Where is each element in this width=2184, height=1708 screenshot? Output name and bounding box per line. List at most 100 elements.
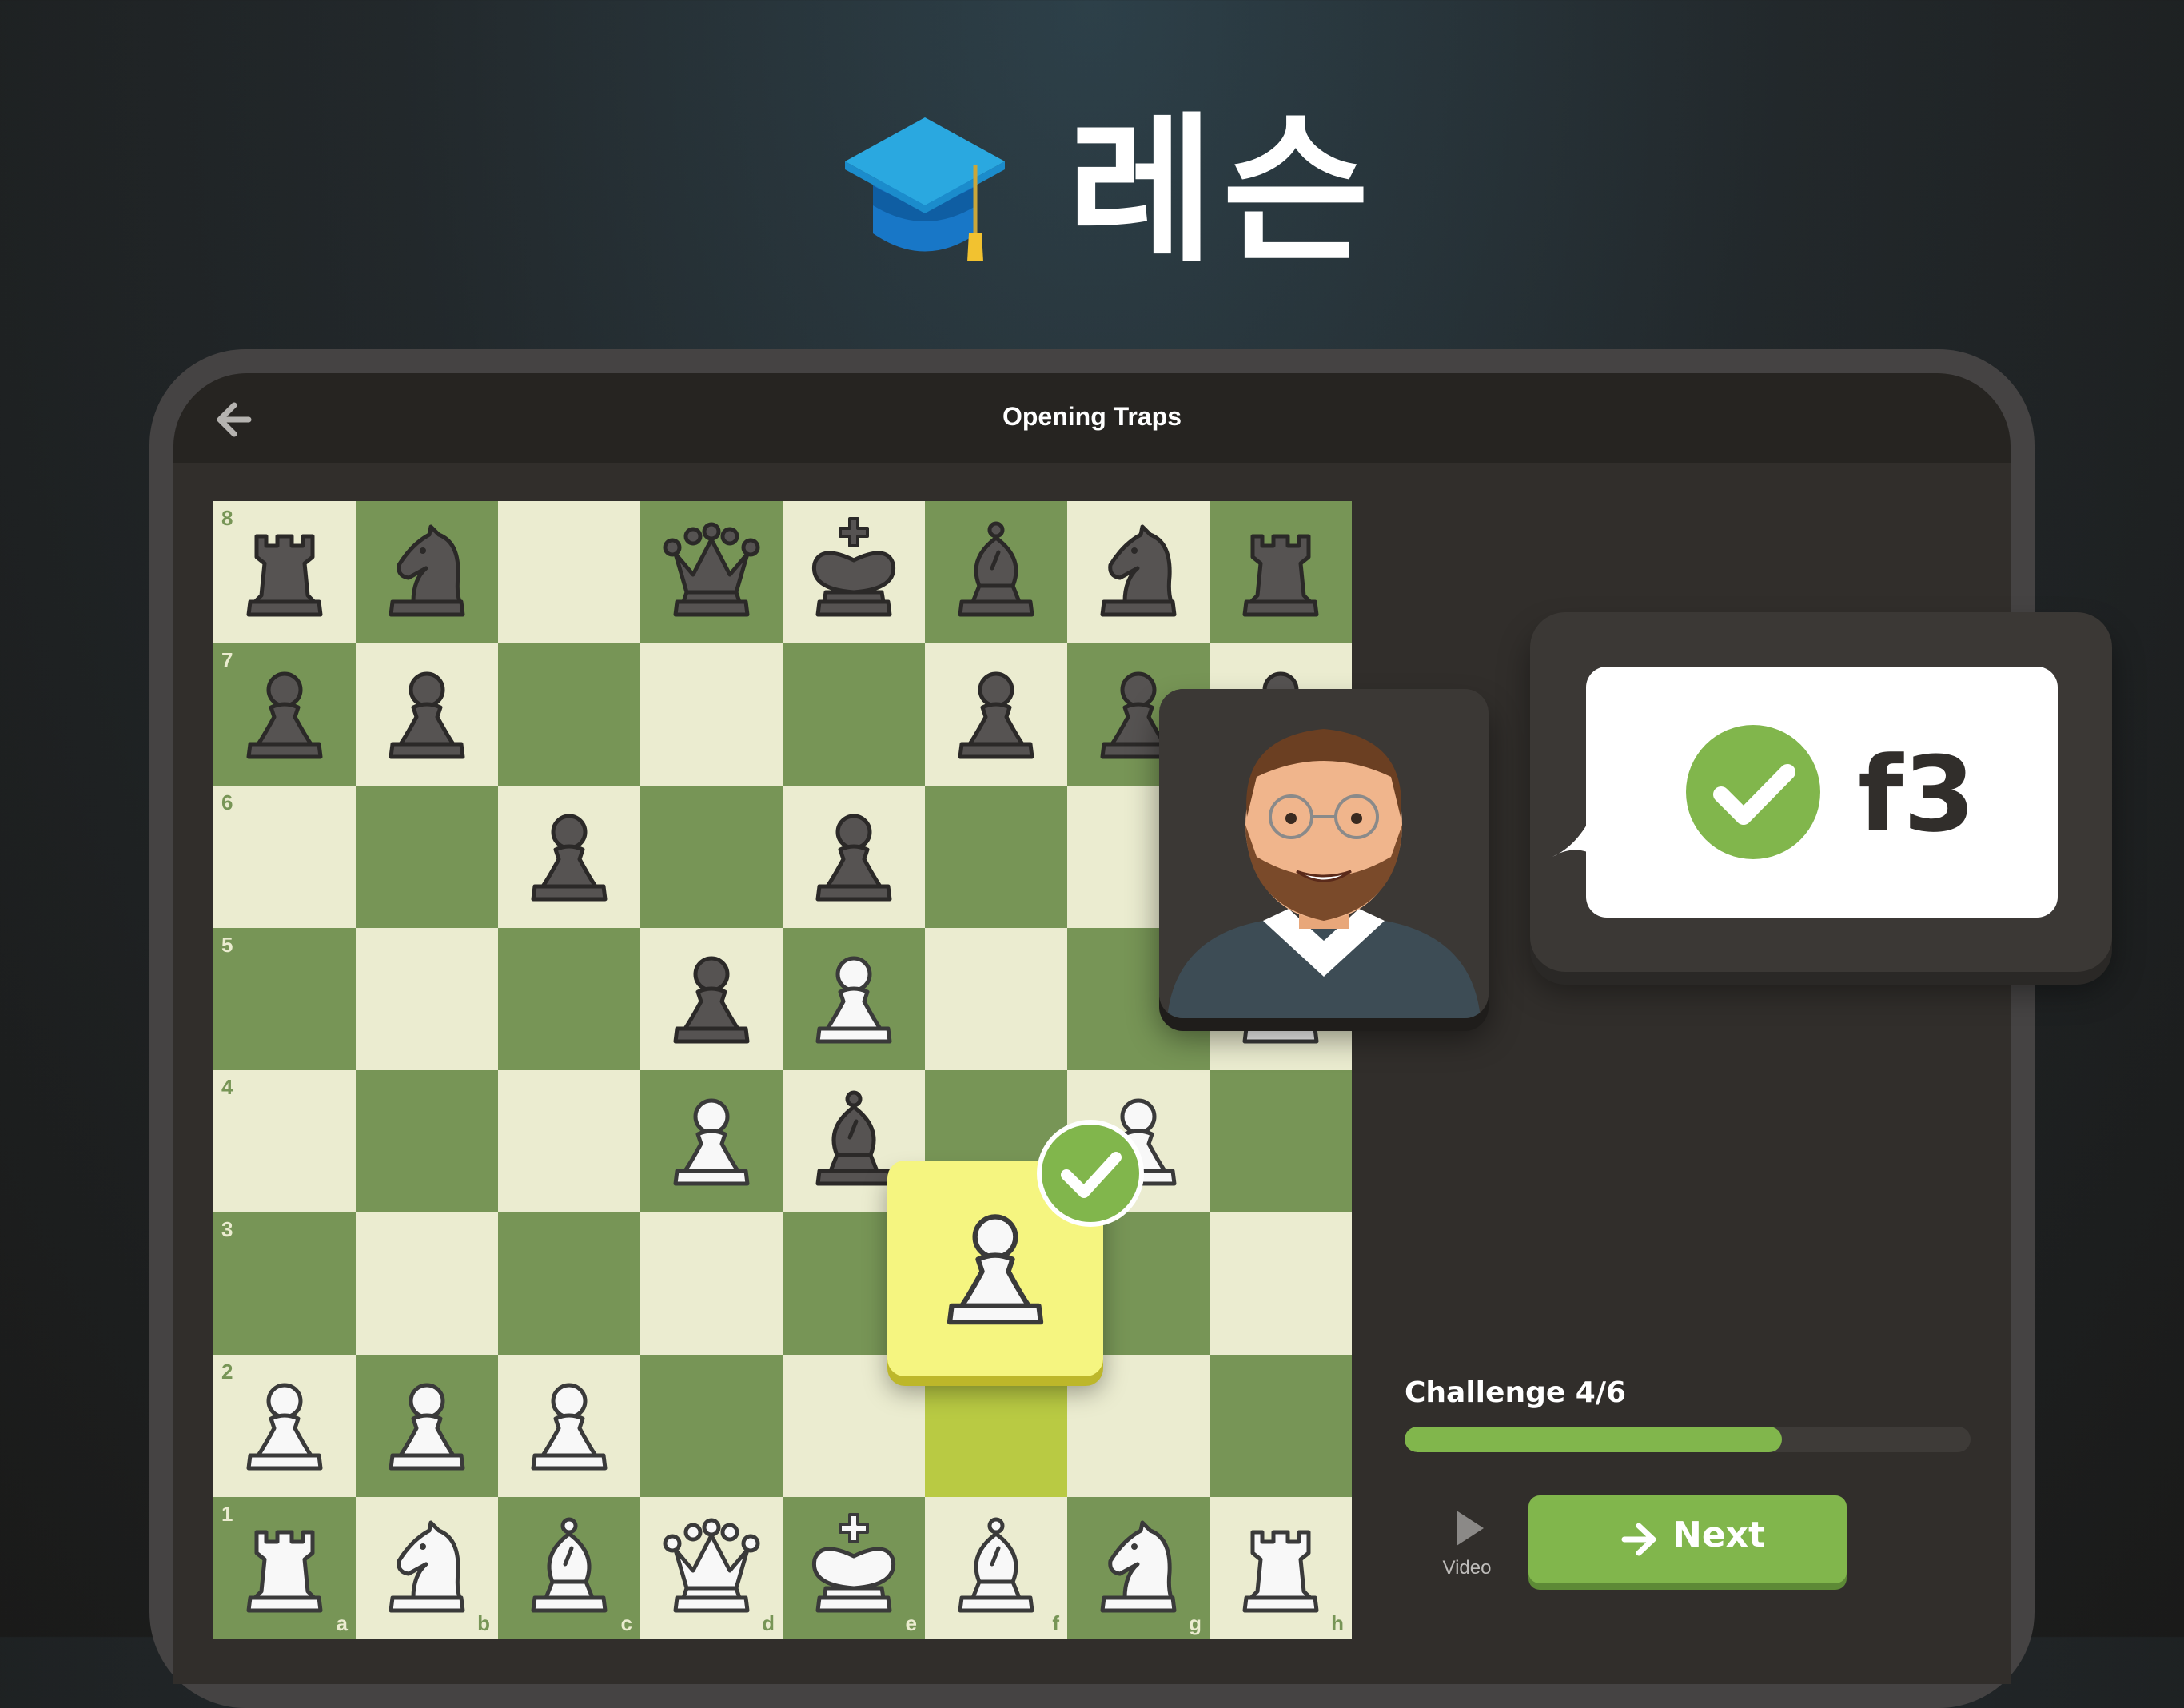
arrow-right-icon: [1621, 1523, 1656, 1556]
square-e7[interactable]: [783, 643, 925, 786]
square-a4[interactable]: 4: [213, 1070, 356, 1212]
black-king-icon[interactable]: [794, 512, 914, 632]
rank-label: 3: [221, 1217, 233, 1241]
white-bishop-icon[interactable]: [936, 1508, 1056, 1628]
square-a8[interactable]: 8: [213, 501, 356, 643]
white-knight-icon[interactable]: [367, 1508, 487, 1628]
square-d1[interactable]: d: [640, 1497, 783, 1639]
black-bishop-icon[interactable]: [936, 512, 1056, 632]
video-label: Video: [1442, 1557, 1492, 1579]
square-e1[interactable]: e: [783, 1497, 925, 1639]
square-d6[interactable]: [640, 786, 783, 928]
hero-title: 레슨: [1067, 98, 1378, 285]
square-d4[interactable]: [640, 1070, 783, 1212]
square-e8[interactable]: [783, 501, 925, 643]
square-h3[interactable]: [1210, 1212, 1352, 1355]
black-pawn-icon[interactable]: [225, 655, 345, 774]
bubble-tail-icon: [1552, 794, 1600, 858]
square-c8[interactable]: [498, 501, 640, 643]
black-rook-icon[interactable]: [225, 512, 345, 632]
chess-board[interactable]: 8 7 6 5 4 3 2 1 a b c d e f g h: [213, 501, 1352, 1639]
square-d3[interactable]: [640, 1212, 783, 1355]
lesson-title: Opening Traps: [1002, 402, 1182, 431]
square-b7[interactable]: [356, 643, 498, 786]
black-pawn-icon[interactable]: [367, 655, 487, 774]
square-f8[interactable]: [925, 501, 1067, 643]
square-e5[interactable]: [783, 928, 925, 1070]
white-king-icon[interactable]: [794, 1508, 914, 1628]
progress-fill: [1405, 1427, 1783, 1452]
coach-avatar: [1159, 689, 1489, 1018]
square-h2[interactable]: [1210, 1355, 1352, 1497]
square-h1[interactable]: h: [1210, 1497, 1352, 1639]
square-a3[interactable]: 3: [213, 1212, 356, 1355]
square-f7[interactable]: [925, 643, 1067, 786]
square-b5[interactable]: [356, 928, 498, 1070]
square-c2[interactable]: [498, 1355, 640, 1497]
square-b1[interactable]: b: [356, 1497, 498, 1639]
black-pawn-icon[interactable]: [509, 797, 629, 917]
speech-bubble: f3: [1552, 667, 2058, 918]
white-pawn-icon[interactable]: [652, 1081, 771, 1201]
next-button[interactable]: Next: [1528, 1495, 1847, 1583]
graduation-cap-icon: [845, 117, 1005, 261]
coach-speech-card: f3: [1530, 612, 2112, 972]
rank-label: 6: [221, 790, 233, 814]
square-c5[interactable]: [498, 928, 640, 1070]
square-b3[interactable]: [356, 1212, 498, 1355]
square-b2[interactable]: [356, 1355, 498, 1497]
square-a2[interactable]: 2: [213, 1355, 356, 1497]
white-queen-icon[interactable]: [652, 1508, 771, 1628]
square-a7[interactable]: 7: [213, 643, 356, 786]
square-g8[interactable]: [1067, 501, 1210, 643]
white-bishop-icon[interactable]: [509, 1508, 629, 1628]
checkmark-icon: [1686, 725, 1820, 859]
black-pawn-icon[interactable]: [794, 797, 914, 917]
white-rook-icon[interactable]: [225, 1508, 345, 1628]
coach-portrait-icon: [1159, 689, 1489, 1018]
play-icon: [1457, 1511, 1484, 1546]
square-d8[interactable]: [640, 501, 783, 643]
square-a6[interactable]: 6: [213, 786, 356, 928]
square-b6[interactable]: [356, 786, 498, 928]
black-queen-icon[interactable]: [652, 512, 771, 632]
challenge-label: Challenge 4/6: [1405, 1376, 1627, 1409]
black-rook-icon[interactable]: [1221, 512, 1341, 632]
square-c4[interactable]: [498, 1070, 640, 1212]
square-g1[interactable]: g: [1067, 1497, 1210, 1639]
square-a1[interactable]: 1a: [213, 1497, 356, 1639]
square-d7[interactable]: [640, 643, 783, 786]
square-c7[interactable]: [498, 643, 640, 786]
square-d5[interactable]: [640, 928, 783, 1070]
square-a5[interactable]: 5: [213, 928, 356, 1070]
hero-banner: 레슨: [0, 88, 2184, 296]
black-knight-icon[interactable]: [1078, 512, 1198, 632]
square-b8[interactable]: [356, 501, 498, 643]
progress-bar: [1405, 1427, 1971, 1452]
square-f5[interactable]: [925, 928, 1067, 1070]
black-pawn-icon[interactable]: [652, 939, 771, 1059]
white-pawn-icon[interactable]: [367, 1366, 487, 1486]
square-f6[interactable]: [925, 786, 1067, 928]
black-knight-icon[interactable]: [367, 512, 487, 632]
square-h4[interactable]: [1210, 1070, 1352, 1212]
square-c6[interactable]: [498, 786, 640, 928]
square-b4[interactable]: [356, 1070, 498, 1212]
white-pawn-icon[interactable]: [225, 1366, 345, 1486]
square-h8[interactable]: [1210, 501, 1352, 643]
white-rook-icon[interactable]: [1221, 1508, 1341, 1628]
white-pawn-icon[interactable]: [794, 939, 914, 1059]
white-pawn-icon[interactable]: [509, 1366, 629, 1486]
white-knight-icon[interactable]: [1078, 1508, 1198, 1628]
video-button[interactable]: Video: [1431, 1503, 1503, 1583]
checkmark-icon: [1037, 1120, 1144, 1227]
move-notation: f3: [1858, 734, 1976, 855]
top-bar: Opening Traps: [173, 373, 2011, 463]
square-f1[interactable]: f: [925, 1497, 1067, 1639]
rank-label: 5: [221, 933, 233, 957]
square-c1[interactable]: c: [498, 1497, 640, 1639]
black-pawn-icon[interactable]: [936, 655, 1056, 774]
square-c3[interactable]: [498, 1212, 640, 1355]
square-e6[interactable]: [783, 786, 925, 928]
square-d2[interactable]: [640, 1355, 783, 1497]
